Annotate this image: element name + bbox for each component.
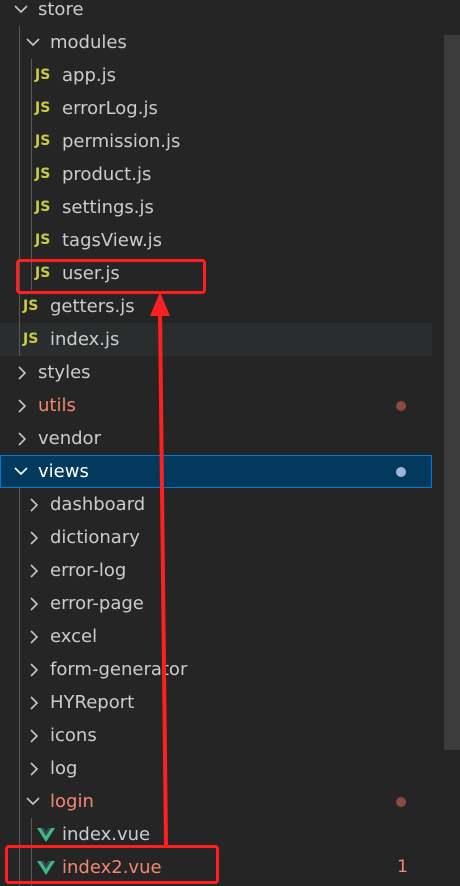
chevron-right-icon <box>14 389 30 422</box>
file-settings-js[interactable]: JS settings.js <box>0 191 432 224</box>
folder-label: utils <box>38 395 76 416</box>
chevron-right-icon <box>26 653 42 686</box>
folder-dictionary[interactable]: dictionary <box>0 521 432 554</box>
file-tagsview-js[interactable]: JS tagsView.js <box>0 224 432 257</box>
js-file-icon: JS <box>35 166 51 182</box>
file-label: tagsView.js <box>62 230 163 251</box>
error-dot-indicator <box>396 401 406 411</box>
folder-login[interactable]: login <box>0 785 432 818</box>
folder-error-page[interactable]: error-page <box>0 587 432 620</box>
vue-file-icon <box>37 861 55 875</box>
folder-label: store <box>38 0 84 20</box>
file-index-js[interactable]: JS index.js <box>0 323 432 356</box>
folder-label: error-page <box>50 593 144 614</box>
file-permission-js[interactable]: JS permission.js <box>0 125 432 158</box>
folder-label: HYReport <box>50 692 135 713</box>
indent-guide <box>19 26 20 356</box>
folder-error-log[interactable]: error-log <box>0 554 432 587</box>
folder-styles[interactable]: styles <box>0 356 432 389</box>
folder-modules[interactable]: modules <box>0 26 432 59</box>
folder-views[interactable]: views <box>0 455 432 488</box>
js-file-icon: JS <box>35 100 51 116</box>
file-label: index.vue <box>62 824 151 845</box>
chevron-down-icon <box>12 455 28 488</box>
folder-dashboard[interactable]: dashboard <box>0 488 432 521</box>
file-label: getters.js <box>50 296 135 317</box>
error-count-badge: 1 <box>397 857 408 877</box>
folder-label: log <box>50 758 78 779</box>
file-product-js[interactable]: JS product.js <box>0 158 432 191</box>
folder-label: icons <box>50 725 97 746</box>
indent-guide <box>19 488 20 886</box>
chevron-right-icon <box>26 620 42 653</box>
file-getters-js[interactable]: JS getters.js <box>0 290 432 323</box>
file-label: settings.js <box>62 197 154 218</box>
js-file-icon: JS <box>35 133 51 149</box>
error-dot-indicator <box>396 797 406 807</box>
folder-utils[interactable]: utils <box>0 389 432 422</box>
folder-vendor[interactable]: vendor <box>0 422 432 455</box>
indent-guide <box>31 818 32 886</box>
file-app-js[interactable]: JS app.js <box>0 59 432 92</box>
folder-label: excel <box>50 626 98 647</box>
folder-label: login <box>50 791 94 812</box>
folder-log[interactable]: log <box>0 752 432 785</box>
chevron-right-icon <box>26 554 42 587</box>
js-file-icon: JS <box>35 265 51 281</box>
file-label: errorLog.js <box>62 98 158 119</box>
folder-label: modules <box>50 32 127 53</box>
file-label: product.js <box>62 164 152 185</box>
chevron-right-icon <box>14 422 30 455</box>
folder-label: error-log <box>50 560 127 581</box>
js-file-icon: JS <box>23 331 39 347</box>
file-label: app.js <box>62 65 116 86</box>
folder-label: form-generator <box>50 659 188 680</box>
folder-label: dictionary <box>50 527 140 548</box>
js-file-icon: JS <box>35 232 51 248</box>
file-index2-vue[interactable]: index2.vue 1 <box>0 851 432 884</box>
file-errorlog-js[interactable]: JS errorLog.js <box>0 92 432 125</box>
chevron-right-icon <box>26 488 42 521</box>
vue-file-icon <box>37 828 55 842</box>
file-label: index2.vue <box>62 857 162 878</box>
file-user-js[interactable]: JS user.js <box>0 257 432 290</box>
file-index-vue[interactable]: index.vue <box>0 818 432 851</box>
folder-form-generator[interactable]: form-generator <box>0 653 432 686</box>
folder-label: views <box>38 461 89 482</box>
folder-hyreport[interactable]: HYReport <box>0 686 432 719</box>
folder-icons[interactable]: icons <box>0 719 432 752</box>
folder-store[interactable]: store <box>0 0 432 26</box>
js-file-icon: JS <box>35 67 51 83</box>
folder-label: vendor <box>38 428 101 449</box>
js-file-icon: JS <box>23 298 39 314</box>
js-file-icon: JS <box>35 199 51 215</box>
folder-label: dashboard <box>50 494 146 515</box>
file-label: user.js <box>62 263 120 284</box>
chevron-down-icon <box>24 26 40 59</box>
chevron-down-icon <box>12 0 28 26</box>
file-label: index.js <box>50 329 120 350</box>
folder-excel[interactable]: excel <box>0 620 432 653</box>
folder-label: styles <box>38 362 91 383</box>
chevron-right-icon <box>26 752 42 785</box>
chevron-right-icon <box>26 587 42 620</box>
chevron-right-icon <box>26 719 42 752</box>
vertical-scrollbar[interactable] <box>444 35 460 750</box>
indent-guide <box>31 59 32 290</box>
chevron-down-icon <box>24 785 40 818</box>
modified-dot-indicator <box>396 467 406 477</box>
chevron-right-icon <box>26 686 42 719</box>
file-explorer-tree: store modules JS app.js JS errorLog.js J… <box>0 0 432 884</box>
chevron-right-icon <box>14 356 30 389</box>
file-label: permission.js <box>62 131 181 152</box>
chevron-right-icon <box>26 521 42 554</box>
